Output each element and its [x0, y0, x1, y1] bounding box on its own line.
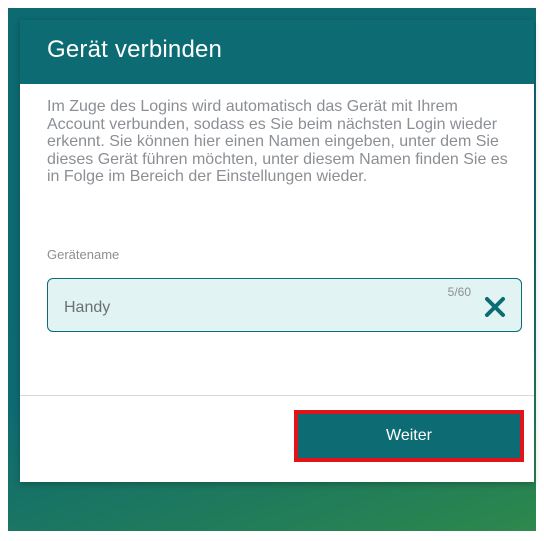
dialog-header: Gerät verbinden	[20, 20, 534, 84]
next-button-label: Weiter	[386, 427, 432, 444]
screen-border-top	[0, 0, 544, 8]
device-name-value[interactable]: Handy	[64, 299, 110, 317]
character-counter: 5/60	[447, 285, 471, 299]
next-button[interactable]: Weiter	[296, 413, 522, 459]
dialog-description: Im Zuge des Logins wird automatisch das …	[47, 98, 508, 185]
screen-border-right	[536, 0, 544, 541]
device-name-input[interactable]: Handy 5/60	[47, 278, 522, 332]
screen-border-left	[0, 0, 8, 541]
close-icon[interactable]	[483, 295, 507, 319]
screen-border-bottom	[0, 531, 544, 541]
device-name-label: Gerätename	[47, 247, 120, 262]
dialog-title: Gerät verbinden	[47, 36, 223, 63]
footer-divider	[20, 395, 534, 396]
connect-device-dialog: Gerät verbinden Im Zuge des Logins wird …	[20, 20, 534, 482]
